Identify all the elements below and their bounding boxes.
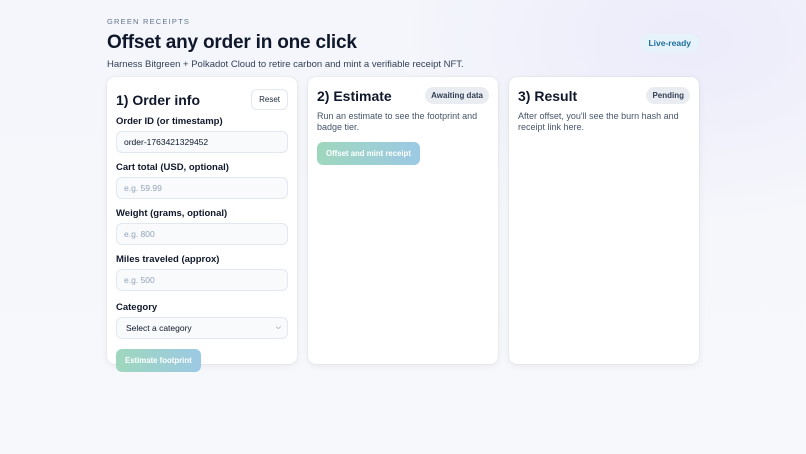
weight-label: Weight (grams, optional) bbox=[116, 208, 228, 219]
page-title: Offset any order in one click bbox=[107, 32, 357, 53]
estimate-status-badge: Awaiting data bbox=[425, 87, 489, 104]
estimate-description: Run an estimate to see the footprint and… bbox=[317, 111, 478, 132]
result-card: 3) Result Pending After offset, you'll s… bbox=[509, 77, 699, 364]
offset-mint-button[interactable]: Offset and mint receipt bbox=[317, 142, 420, 165]
category-label: Category bbox=[116, 302, 158, 313]
live-ready-badge: Live-ready bbox=[640, 34, 699, 52]
chevron-down-icon: ⌵ bbox=[275, 324, 281, 331]
result-status-badge: Pending bbox=[646, 87, 690, 104]
order-info-card: 1) Order info Reset Order ID (or timesta… bbox=[107, 77, 297, 372]
order-id-label: Order ID (or timestamp) bbox=[116, 116, 223, 127]
order-info-title: 1) Order info bbox=[116, 91, 201, 108]
category-selected-value: Select a category bbox=[126, 323, 192, 333]
result-description: After offset, you'll see the burn hash a… bbox=[518, 111, 679, 132]
page-header: GREEN RECEIPTS Offset any order in one c… bbox=[107, 17, 699, 70]
page-subtitle: Harness Bitgreen + Polkadot Cloud to ret… bbox=[107, 59, 464, 70]
cart-total-label: Cart total (USD, optional) bbox=[116, 162, 229, 173]
result-title: 3) Result bbox=[518, 87, 578, 104]
miles-label: Miles traveled (approx) bbox=[116, 254, 220, 265]
eyebrow-label: GREEN RECEIPTS bbox=[107, 17, 191, 26]
reset-button[interactable]: Reset bbox=[251, 89, 288, 110]
miles-input[interactable] bbox=[116, 269, 288, 291]
estimate-card: 2) Estimate Awaiting data Run an estimat… bbox=[308, 77, 498, 364]
estimate-footprint-button[interactable]: Estimate footprint bbox=[116, 349, 201, 372]
category-select[interactable]: Select a category ⌵ bbox=[116, 317, 288, 339]
estimate-title: 2) Estimate bbox=[317, 87, 392, 104]
order-id-input[interactable] bbox=[116, 131, 288, 153]
cart-total-input[interactable] bbox=[116, 177, 288, 199]
weight-input[interactable] bbox=[116, 223, 288, 245]
